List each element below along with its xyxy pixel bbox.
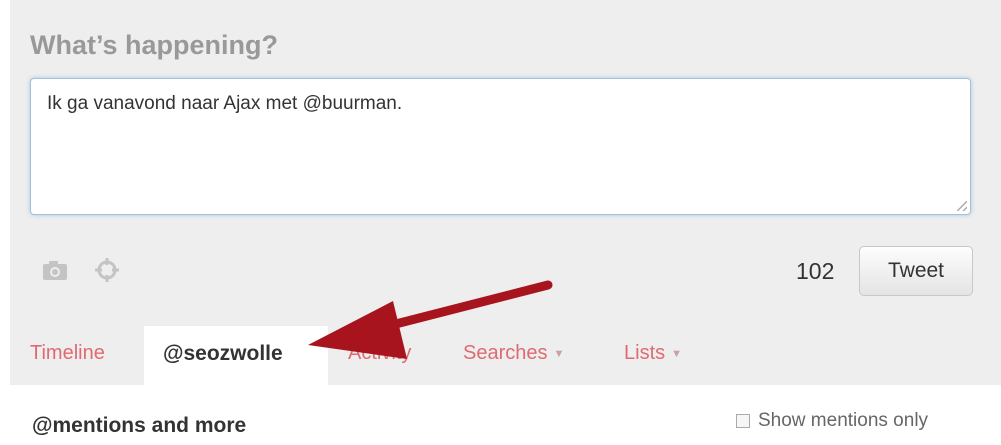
location-icon[interactable] (94, 258, 120, 282)
camera-icon[interactable] (42, 258, 68, 282)
tweet-text: Ik ga vanavond naar Ajax met @buurman. (47, 93, 403, 114)
character-counter: 102 (796, 258, 835, 284)
tab-activity-label: Activity (348, 342, 412, 364)
tab-lists-label: Lists (624, 342, 666, 364)
section-title: @mentions and more (32, 414, 247, 437)
tab-activity[interactable]: Activity (348, 342, 411, 365)
chevron-down-icon: ▼ (671, 347, 683, 360)
show-mentions-checkbox[interactable] (736, 414, 750, 428)
tweet-button[interactable]: Tweet (859, 246, 973, 296)
chevron-down-icon: ▼ (553, 347, 565, 360)
tab-mentions[interactable]: @seozwolle (144, 326, 328, 385)
tab-searches-label: Searches (463, 342, 548, 364)
compose-heading: What’s happening? (30, 30, 278, 60)
resize-grip[interactable] (957, 201, 967, 211)
tab-timeline[interactable]: Timeline (30, 342, 105, 365)
tab-mentions-label: @seozwolle (163, 342, 283, 365)
tab-timeline-label: Timeline (30, 342, 105, 364)
tab-searches[interactable]: Searches ▼ (463, 342, 564, 365)
show-mentions-label: Show mentions only (758, 410, 929, 431)
tab-lists[interactable]: Lists ▼ (624, 342, 682, 365)
tweet-textarea[interactable]: Ik ga vanavond naar Ajax met @buurman. (30, 78, 971, 215)
